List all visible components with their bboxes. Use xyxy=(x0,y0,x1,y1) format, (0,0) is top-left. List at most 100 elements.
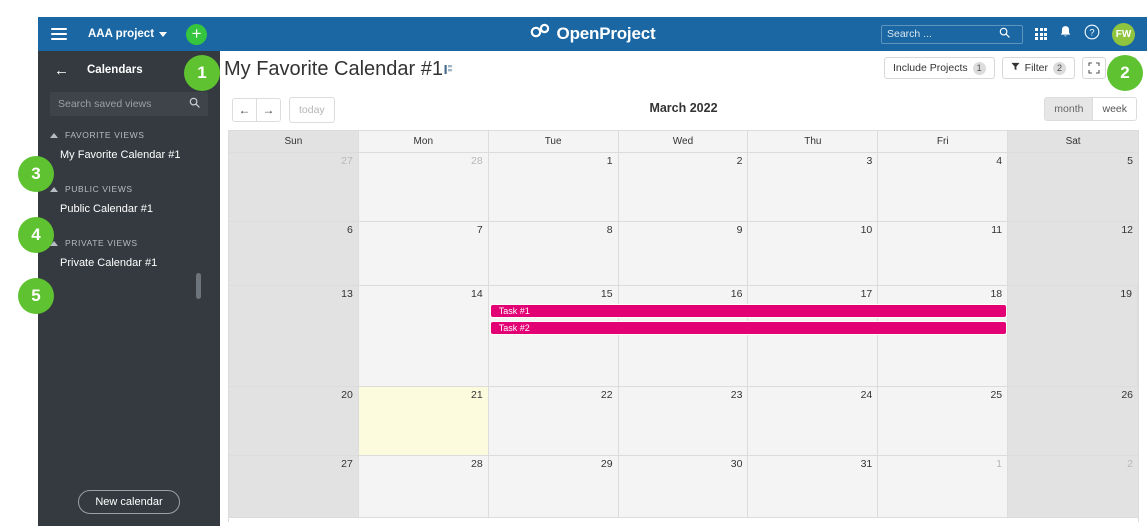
calendar-day-cell[interactable]: 22 xyxy=(488,387,619,455)
calendar-day-cell[interactable]: 19 xyxy=(1008,286,1138,386)
global-search-box[interactable] xyxy=(881,24,1023,44)
calendar-day-cell[interactable]: 14 xyxy=(358,286,489,386)
filter-count: 2 xyxy=(1053,61,1066,75)
calendar-day-cell[interactable]: 24 xyxy=(748,387,879,455)
view-button-month[interactable]: month xyxy=(1045,98,1093,120)
calendar-day-number: 23 xyxy=(730,389,743,401)
calendar-day-cell[interactable]: 13 xyxy=(229,286,359,386)
saved-views-group: FAVORITE VIEWS My Favorite Calendar #1 xyxy=(38,130,220,170)
sidebar-item-saved-view[interactable]: Public Calendar #1 xyxy=(38,194,220,224)
calendar-day-cell[interactable]: 6 xyxy=(229,222,359,285)
sidebar-item-saved-view[interactable]: Private Calendar #1 xyxy=(38,248,220,278)
filter-button[interactable]: Filter 2 xyxy=(1001,57,1075,79)
sidebar-scrollbar[interactable] xyxy=(196,273,201,299)
search-icon[interactable] xyxy=(999,25,1010,43)
calendar-day-header: Sun xyxy=(229,131,359,152)
calendar-day-cell[interactable]: 5 xyxy=(1008,153,1138,221)
avatar[interactable]: FW xyxy=(1112,22,1135,46)
include-projects-label: Include Projects xyxy=(892,62,968,74)
arrow-left-icon[interactable]: ← xyxy=(54,63,69,78)
search-icon[interactable] xyxy=(189,95,200,113)
calendar-day-cell[interactable]: 27 xyxy=(229,153,359,221)
view-button-week[interactable]: week xyxy=(1092,98,1136,120)
project-selector[interactable]: AAA project xyxy=(88,28,168,40)
calendar-day-cell[interactable]: 8 xyxy=(488,222,619,285)
calendar-week-row: 13 14 15 16 17 18 19 Task #1 Task #2 xyxy=(229,286,1138,387)
calendar-day-number: 14 xyxy=(471,288,483,300)
edit-pencil-icon[interactable] xyxy=(444,59,453,74)
calendar-day-cell[interactable]: 15 xyxy=(488,286,619,386)
annotation-badge: 4 xyxy=(18,217,54,253)
calendar-view-toggle: month week xyxy=(1044,97,1137,121)
calendar-day-cell[interactable]: 3 xyxy=(748,153,879,221)
saved-views-search-box[interactable] xyxy=(50,92,208,116)
bell-icon[interactable] xyxy=(1059,25,1072,44)
calendar-day-cell[interactable]: 28 xyxy=(358,456,489,517)
project-name-label: AAA project xyxy=(88,28,155,40)
fullscreen-expand-icon[interactable] xyxy=(1082,57,1106,79)
saved-views-group-header[interactable]: FAVORITE VIEWS xyxy=(38,130,220,140)
calendar-week-row: 27 28 29 30 31 1 2 xyxy=(229,456,1138,518)
screenshot-root: AAA project + OpenProject Search ... ? F… xyxy=(0,0,1147,526)
calendar-day-cell[interactable]: 1 xyxy=(488,153,619,221)
hamburger-icon[interactable] xyxy=(51,28,67,40)
saved-views-group-header[interactable]: PUBLIC VIEWS xyxy=(38,184,220,194)
calendar-day-number: 24 xyxy=(860,389,873,401)
include-projects-button[interactable]: Include Projects 1 xyxy=(883,57,995,79)
new-calendar-button[interactable]: New calendar xyxy=(78,490,180,514)
saved-views-groups: FAVORITE VIEWS My Favorite Calendar #1 PUB… xyxy=(38,130,220,278)
calendar-day-cell[interactable]: 20 xyxy=(229,387,359,455)
calendar-day-cell[interactable]: 26 xyxy=(1008,387,1138,455)
calendar-day-number: 27 xyxy=(341,155,353,167)
calendar-grid: Sun Mon Tue Wed Thu Fri Sat 27 28 1 2 3 4 5 6 7 8 9 10 11 1… xyxy=(228,130,1139,522)
calendar-event[interactable]: Task #2 xyxy=(489,321,1008,335)
calendar-day-cell[interactable]: 16 xyxy=(618,286,749,386)
annotation-badge: 5 xyxy=(18,278,54,314)
page-title[interactable]: My Favorite Calendar #1 xyxy=(224,58,453,81)
calendar-day-number: 19 xyxy=(1120,288,1132,300)
calendar-day-cell[interactable]: 30 xyxy=(618,456,749,517)
calendar-day-cell[interactable]: 23 xyxy=(618,387,749,455)
calendar-day-cell[interactable]: 18 xyxy=(878,286,1009,386)
sidebar-item-saved-view[interactable]: My Favorite Calendar #1 xyxy=(38,140,220,170)
calendar-day-cell[interactable]: 25 xyxy=(878,387,1009,455)
calendar-day-number: 3 xyxy=(866,155,873,167)
calendar-day-cell[interactable]: 12 xyxy=(1008,222,1138,285)
calendar-day-cell[interactable]: 2 xyxy=(618,153,749,221)
calendar-day-cell[interactable]: 17 xyxy=(748,286,879,386)
grid-apps-icon[interactable] xyxy=(1035,28,1047,40)
calendar-day-cell[interactable]: 7 xyxy=(358,222,489,285)
plus-icon: + xyxy=(191,23,202,43)
saved-views-group-label: FAVORITE VIEWS xyxy=(65,130,145,140)
header-toolbar: Include Projects 1 Filter 2 xyxy=(883,57,1137,79)
calendar-day-cell[interactable]: 2 xyxy=(1008,456,1138,517)
brand-name: OpenProject xyxy=(556,24,656,43)
saved-views-search-input[interactable] xyxy=(58,98,182,110)
sidebar-title: Calendars xyxy=(87,64,143,76)
calendar-day-number: 30 xyxy=(730,458,743,470)
calendar-day-cell[interactable]: 10 xyxy=(748,222,879,285)
question-circle-icon[interactable]: ? xyxy=(1084,24,1100,45)
calendar-day-header: Thu xyxy=(748,131,879,152)
calendar-day-cell[interactable]: 1 xyxy=(878,456,1009,517)
calendar-day-cell[interactable]: 27 xyxy=(229,456,359,517)
calendar-day-cell[interactable]: 21 xyxy=(358,387,489,455)
calendar-day-cell[interactable]: 11 xyxy=(878,222,1009,285)
calendar-day-number: 26 xyxy=(1121,389,1133,401)
add-button[interactable]: + xyxy=(186,23,208,45)
content-header: My Favorite Calendar #1 Include Projects… xyxy=(220,51,1147,90)
calendar-day-number: 4 xyxy=(996,155,1003,167)
saved-views-group-header[interactable]: PRIVATE VIEWS xyxy=(38,238,220,248)
calendar-day-number: 25 xyxy=(990,389,1003,401)
calendar-day-cell[interactable]: 29 xyxy=(488,456,619,517)
calendar-day-cell[interactable]: 28 xyxy=(358,153,489,221)
calendar-event[interactable]: Task #1 xyxy=(489,304,1008,318)
calendar-day-cell[interactable]: 4 xyxy=(878,153,1009,221)
calendar-day-number: 5 xyxy=(1127,155,1133,167)
calendar-day-cell[interactable]: 31 xyxy=(748,456,879,517)
calendar-day-header: Tue xyxy=(488,131,619,152)
calendar-event-label: Task #2 xyxy=(498,323,530,333)
calendar-day-cell[interactable]: 9 xyxy=(618,222,749,285)
search-input[interactable] xyxy=(887,28,999,40)
calendar-toolbar: ← → today March 2022 month week xyxy=(220,90,1147,130)
